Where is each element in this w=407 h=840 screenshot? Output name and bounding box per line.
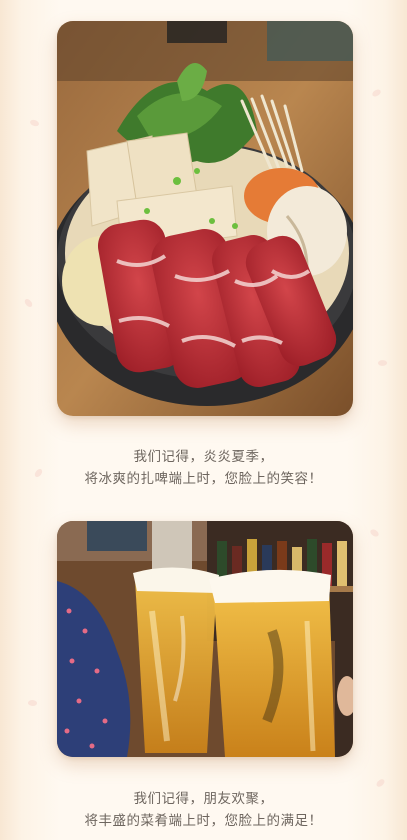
hotpot-photo-card [57,21,353,416]
caption-line: 我们记得，朋友欢聚， [133,791,274,807]
petal-decoration [371,88,382,98]
hotpot-photo [57,21,353,416]
caption-line: 将冰爽的扎啤端上时，您脸上的笑容！ [84,471,323,487]
petal-decoration [369,527,380,539]
petal-decoration [375,778,386,788]
petal-decoration [23,297,34,309]
petal-decoration [377,359,388,367]
caption-line: 我们记得，炎炎夏季， [133,449,274,465]
caption-line: 将丰盛的菜肴端上时，您脸上的满足！ [84,813,323,829]
petal-decoration [29,118,40,128]
beer-toast-photo-card [57,521,353,757]
page: 我们记得，炎炎夏季， 将冰爽的扎啤端上时，您脸上的笑容！ 我们记得，朋友欢聚， … [0,0,407,840]
petal-decoration [27,698,38,708]
beer-toast-photo [57,521,353,757]
caption-1: 我们记得，炎炎夏季， 将冰爽的扎啤端上时，您脸上的笑容！ [0,446,407,490]
caption-2: 我们记得，朋友欢聚， 将丰盛的菜肴端上时，您脸上的满足！ [0,788,407,832]
